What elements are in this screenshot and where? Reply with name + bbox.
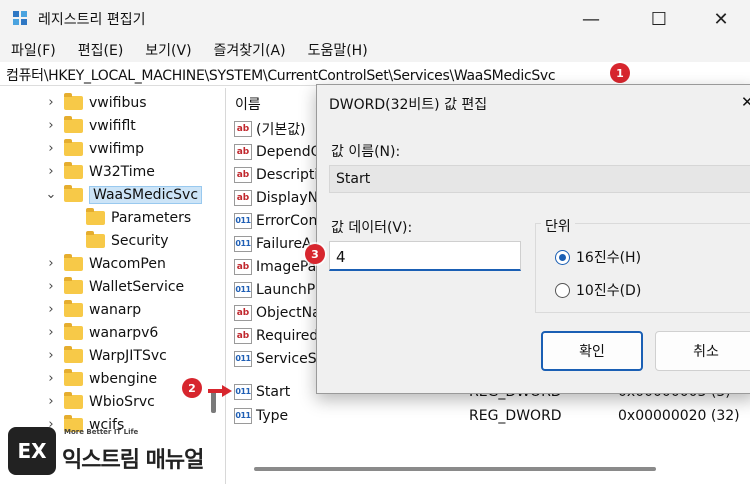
maximize-button[interactable]: ☐ (636, 4, 682, 34)
folder-icon (64, 115, 83, 133)
radio-decimal[interactable]: 10진수(D) (555, 280, 641, 300)
folder-icon (64, 345, 83, 363)
step-badge-2: 2 (182, 378, 202, 398)
tree-item[interactable]: › wanarpv6 (44, 321, 158, 344)
string-value-icon: ab (234, 143, 252, 160)
value-data-input[interactable]: 4 (329, 241, 521, 271)
chevron-right-icon[interactable]: › (44, 279, 58, 294)
column-header-name[interactable]: 이름 (235, 94, 261, 114)
string-value-icon: ab (234, 258, 252, 275)
binary-value-icon: 011 (234, 212, 252, 229)
registry-editor-icon (13, 11, 27, 25)
binary-value-icon: 011 (234, 383, 252, 400)
binary-value-icon: 011 (234, 281, 252, 298)
string-value-icon: ab (234, 120, 252, 137)
chevron-down-icon[interactable]: ⌄ (44, 187, 58, 202)
folder-icon (86, 230, 105, 248)
binary-value-icon: 011 (234, 407, 252, 424)
binary-value-icon: 011 (234, 350, 252, 367)
tree-item[interactable]: › WacomPen (44, 252, 166, 275)
string-value-icon: ab (234, 189, 252, 206)
address-bar[interactable]: 컴퓨터\HKEY_LOCAL_MACHINE\SYSTEM\CurrentCon… (0, 62, 750, 86)
value-name-label: 값 이름(N): (331, 144, 401, 160)
chevron-right-icon[interactable]: › (44, 95, 58, 110)
tree-item[interactable]: › vwififlt (44, 114, 136, 137)
menu-edit[interactable]: 편집(E) (67, 38, 135, 62)
folder-icon (64, 391, 83, 409)
tree-item[interactable]: › W32Time (44, 160, 155, 183)
watermark: EX More Better IT Life 익스트림 매뉴얼 (8, 425, 222, 477)
arrow-right-icon (208, 385, 232, 397)
chevron-right-icon[interactable]: › (44, 394, 58, 409)
tree-item[interactable]: › vwifimp (44, 137, 144, 160)
cancel-button[interactable]: 취소 (655, 331, 750, 371)
list-scrollbar-thumb[interactable] (254, 467, 656, 471)
chevron-right-icon[interactable]: › (44, 371, 58, 386)
folder-icon (86, 207, 105, 225)
tree-item[interactable]: › vwifibus (44, 91, 147, 114)
folder-icon (64, 92, 83, 110)
tree-item[interactable]: › WalletService (44, 275, 184, 298)
menu-help[interactable]: 도움말(H) (297, 38, 379, 62)
watermark-tagline: More Better IT Life (64, 428, 139, 436)
tree-item[interactable]: › wbengine (44, 367, 157, 390)
minimize-button[interactable]: — (568, 4, 614, 34)
menu-file[interactable]: 파일(F) (0, 38, 67, 62)
edit-dword-dialog: DWORD(32비트) 값 편집 ✕ 값 이름(N): Start 값 데이터(… (316, 84, 750, 394)
folder-icon (64, 322, 83, 340)
dialog-close-icon[interactable]: ✕ (741, 93, 750, 111)
tree-item-waasmedicsvc[interactable]: ⌄ WaaSMedicSvc (44, 183, 203, 206)
base-group-label: 단위 (541, 216, 575, 236)
radio-hexadecimal[interactable]: 16진수(H) (555, 247, 641, 267)
step-badge-1: 1 (610, 63, 630, 83)
binary-value-icon: 011 (234, 235, 252, 252)
tree-item[interactable]: › WarpJITSvc (44, 344, 167, 367)
value-name-field: Start (329, 165, 750, 193)
folder-icon (64, 368, 83, 386)
list-item-type[interactable]: 011 Type REG_DWORD 0x00000020 (32) (234, 404, 750, 427)
tree-item[interactable]: Security (66, 229, 169, 252)
folder-icon (64, 253, 83, 271)
folder-open-icon (64, 184, 83, 202)
tree-item[interactable]: › wanarp (44, 298, 141, 321)
chevron-right-icon[interactable]: › (44, 164, 58, 179)
step-badge-3: 3 (305, 244, 325, 264)
radio-unselected-icon[interactable] (555, 282, 570, 298)
chevron-right-icon[interactable]: › (44, 118, 58, 133)
tree-item[interactable]: Parameters (66, 206, 191, 229)
folder-icon (64, 138, 83, 156)
address-path[interactable]: 컴퓨터\HKEY_LOCAL_MACHINE\SYSTEM\CurrentCon… (6, 65, 556, 85)
folder-icon (64, 276, 83, 294)
window-title: 레지스트리 편집기 (38, 12, 146, 28)
watermark-logo: EX (8, 427, 56, 475)
chevron-right-icon[interactable]: › (44, 302, 58, 317)
menu-bar: 파일(F) 편집(E) 보기(V) 즐겨찾기(A) 도움말(H) (0, 38, 750, 62)
value-data-label: 값 데이터(V): (331, 220, 413, 236)
folder-icon (64, 299, 83, 317)
registry-editor-window: 레지스트리 편집기 — ☐ ✕ 파일(F) 편집(E) 보기(V) 즐겨찾기(A… (0, 0, 750, 484)
string-value-icon: ab (234, 327, 252, 344)
tree-item[interactable]: › WbioSrvc (44, 390, 155, 413)
chevron-right-icon[interactable]: › (44, 141, 58, 156)
title-bar: 레지스트리 편집기 — ☐ ✕ (0, 0, 750, 38)
string-value-icon: ab (234, 166, 252, 183)
menu-favorites[interactable]: 즐겨찾기(A) (203, 38, 297, 62)
chevron-right-icon[interactable]: › (44, 256, 58, 271)
folder-icon (64, 161, 83, 179)
string-value-icon: ab (234, 304, 252, 321)
menu-view[interactable]: 보기(V) (134, 38, 202, 62)
close-button[interactable]: ✕ (698, 4, 744, 34)
chevron-right-icon[interactable]: › (44, 348, 58, 363)
watermark-name: 익스트림 매뉴얼 (62, 448, 204, 473)
dialog-title: DWORD(32비트) 값 편집 (329, 97, 488, 113)
chevron-right-icon[interactable]: › (44, 325, 58, 340)
radio-selected-icon[interactable] (555, 249, 570, 265)
ok-button[interactable]: 확인 (541, 331, 643, 371)
